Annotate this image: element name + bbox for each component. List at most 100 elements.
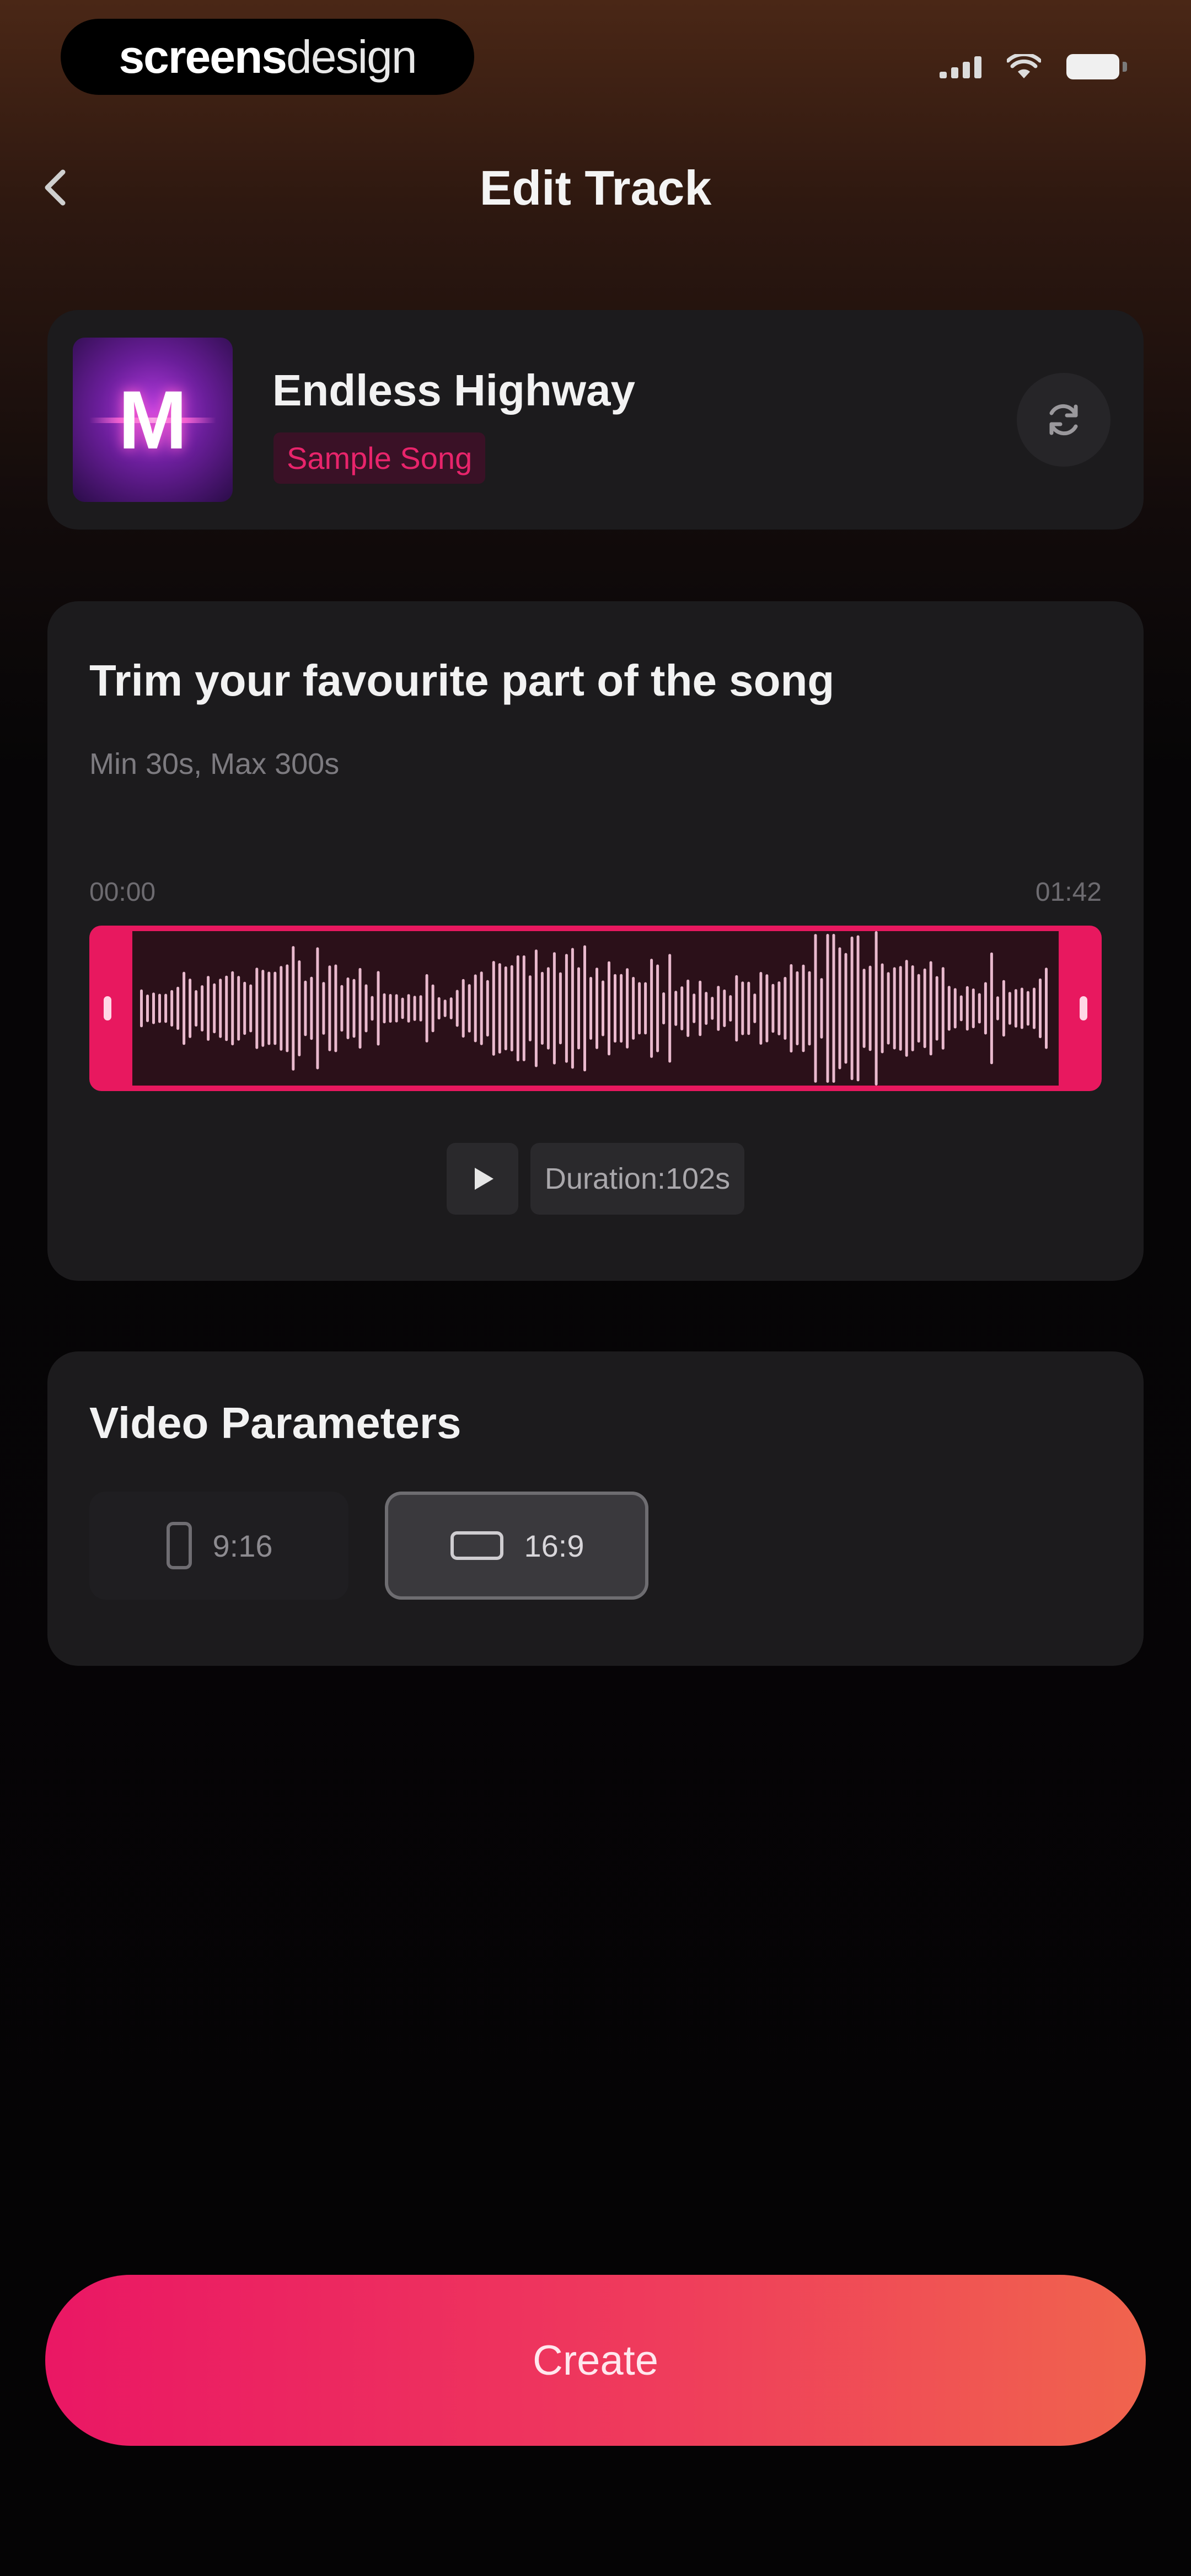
- waveform-bar: [972, 988, 975, 1029]
- waveform-bar: [1033, 987, 1036, 1029]
- waveform-bar: [711, 997, 714, 1020]
- aspect-ratio-9-16-label: 9:16: [212, 1528, 273, 1563]
- waveform-bar: [383, 993, 386, 1024]
- waveform-bar: [516, 955, 519, 1062]
- waveform-bar: [990, 952, 993, 1065]
- trim-handle-left[interactable]: [104, 996, 111, 1020]
- waveform-bar: [862, 969, 866, 1048]
- waveform-bar: [784, 977, 787, 1040]
- waveform-bar: [808, 971, 811, 1046]
- video-parameters-title: Video Parameters: [89, 1398, 462, 1447]
- waveform-bar: [207, 976, 210, 1041]
- waveform-bar: [419, 995, 422, 1022]
- waveform-bar: [747, 981, 750, 1035]
- page-title: Edit Track: [479, 161, 712, 215]
- waveform-bar: [407, 994, 410, 1023]
- waveform-bar: [273, 971, 277, 1045]
- album-art-letter: M: [118, 373, 187, 466]
- waveform-bar: [352, 979, 356, 1038]
- refresh-icon: [1049, 404, 1078, 436]
- replace-track-button[interactable]: [1017, 373, 1110, 467]
- waveform-bar: [771, 984, 775, 1033]
- waveform-bar: [868, 965, 872, 1051]
- waveform-bar: [905, 960, 908, 1057]
- waveform-bar: [844, 953, 847, 1064]
- waveform-bar: [225, 975, 228, 1041]
- waveform-bar: [941, 967, 945, 1050]
- create-button[interactable]: Create: [45, 2275, 1146, 2446]
- waveform-bar: [723, 989, 726, 1027]
- waveform-bar: [790, 964, 793, 1053]
- play-button[interactable]: [446, 1143, 518, 1215]
- waveform-bar: [668, 954, 672, 1063]
- trim-duration-hint: Min 30s, Max 300s: [89, 747, 340, 781]
- waveform-bar: [431, 984, 434, 1033]
- waveform-bar: [1045, 968, 1048, 1049]
- waveform-bar: [183, 971, 186, 1045]
- waveform-bar: [255, 968, 259, 1049]
- waveform-bar: [189, 979, 192, 1038]
- waveform-bar: [243, 981, 246, 1035]
- waveform-bar: [304, 980, 307, 1036]
- waveform-bar: [413, 996, 416, 1021]
- waveform-bar: [693, 993, 696, 1023]
- waveform-bar: [626, 968, 629, 1049]
- waveform-bar: [608, 961, 610, 1056]
- waveform-bar: [201, 985, 204, 1032]
- edit-track-screen: screens design Edit Track M Endless Highw…: [0, 0, 1191, 2576]
- waveform-bar: [504, 966, 507, 1051]
- waveform-bar: [893, 967, 896, 1050]
- waveform-bar: [267, 971, 271, 1045]
- waveform-bar: [887, 972, 890, 1045]
- waveform-bar: [856, 935, 860, 1082]
- waveform-bar: [705, 992, 708, 1025]
- waveform-bar: [947, 986, 951, 1031]
- waveform-bar: [462, 979, 465, 1038]
- brand-watermark: screens design: [61, 19, 474, 95]
- waveform-bar: [1014, 989, 1017, 1028]
- waveform-bar: [875, 931, 878, 1086]
- aspect-ratio-16-9-option[interactable]: 16:9: [385, 1492, 648, 1600]
- waveform-bar: [152, 992, 155, 1024]
- waveform-bar: [358, 968, 362, 1049]
- waveform-bar: [614, 974, 616, 1043]
- waveform-trimmer[interactable]: [89, 926, 1102, 1091]
- landscape-screen-icon: [450, 1531, 503, 1560]
- waveform-bar: [492, 961, 495, 1056]
- waveform-bar: [280, 966, 283, 1051]
- waveform-bar: [195, 990, 198, 1027]
- sample-song-badge: Sample Song: [273, 432, 486, 484]
- selected-track-card: M Endless Highway Sample Song: [47, 310, 1144, 530]
- waveform-bar: [735, 975, 738, 1042]
- waveform-bar: [753, 993, 757, 1023]
- wifi-icon: [1007, 54, 1041, 78]
- waveform-bar: [577, 967, 580, 1050]
- waveform-bar: [310, 976, 313, 1040]
- trim-start-time: 00:00: [89, 878, 156, 907]
- aspect-ratio-9-16-option[interactable]: 9:16: [89, 1492, 348, 1600]
- waveform-bar: [850, 936, 854, 1081]
- brand-text-light: design: [286, 30, 417, 83]
- waveform-bar: [316, 947, 319, 1070]
- status-icons: [940, 54, 1127, 79]
- waveform-bar: [899, 966, 902, 1051]
- waveform-bar: [662, 992, 666, 1025]
- waveform-bar: [219, 979, 222, 1038]
- waveform-bar: [917, 974, 920, 1043]
- waveform-bar: [565, 954, 568, 1063]
- waveform-bar: [340, 985, 344, 1032]
- waveform-bar: [583, 945, 586, 1072]
- waveform-bar: [346, 977, 350, 1039]
- waveform-bar: [292, 946, 295, 1071]
- waveform-bar: [437, 997, 441, 1020]
- cellular-signal-icon: [940, 55, 981, 78]
- waveform-bar: [838, 947, 841, 1070]
- waveform-bar: [1002, 980, 1005, 1037]
- waveform-bar: [286, 964, 289, 1052]
- trim-handle-right[interactable]: [1080, 996, 1087, 1020]
- waveform-bar: [759, 972, 763, 1045]
- waveform-bar: [298, 960, 301, 1056]
- waveform-bar: [820, 978, 823, 1039]
- waveform-bar: [213, 983, 216, 1034]
- waveform-bar: [455, 990, 459, 1027]
